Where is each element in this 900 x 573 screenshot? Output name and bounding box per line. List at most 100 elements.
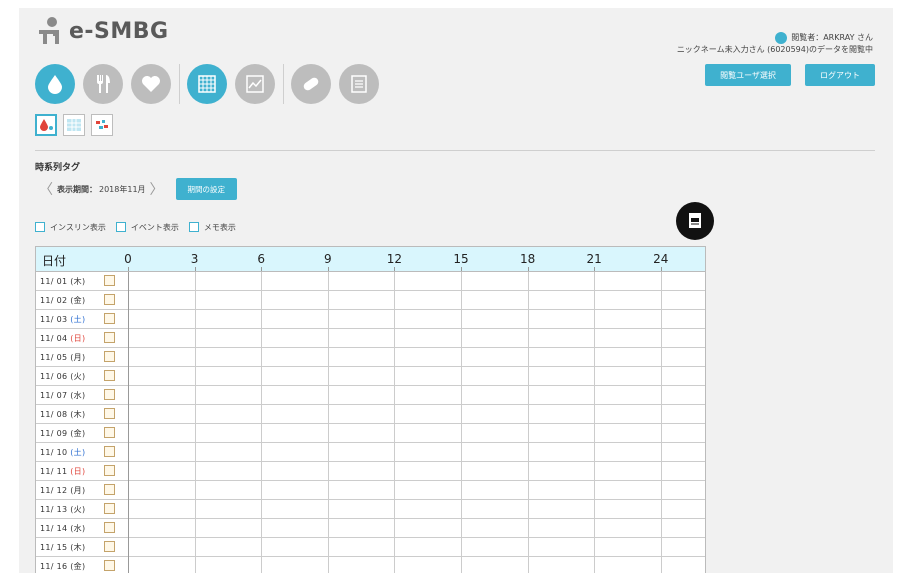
day-detail-icon[interactable] <box>104 560 115 571</box>
hour-gridline <box>660 367 662 386</box>
hour-gridline <box>261 443 263 462</box>
day-detail-icon[interactable] <box>104 370 115 381</box>
row-weekday: (火) <box>70 372 86 381</box>
hour-gridline <box>461 291 462 310</box>
hour-gridline <box>194 272 196 291</box>
hour-gridline <box>394 500 396 519</box>
row-weekday: (土) <box>70 448 86 457</box>
hour-gridline <box>660 462 662 481</box>
hour-tick <box>394 267 396 271</box>
app-logo[interactable]: e-SMBG <box>35 14 169 48</box>
memo-toggle[interactable]: メモ表示 <box>188 222 236 233</box>
subview-grid[interactable] <box>63 114 85 136</box>
app-title: e-SMBG <box>69 18 169 44</box>
row-date-value: 11/ 08 <box>40 410 71 419</box>
hour-gridline <box>327 367 329 386</box>
hour-gridline <box>128 348 129 367</box>
hour-gridline <box>461 481 462 500</box>
day-detail-icon[interactable] <box>104 332 115 343</box>
row-weekday: (水) <box>70 524 86 533</box>
hour-gridline <box>394 386 396 405</box>
viewer-label: 閲覧者：ARKRAY さん <box>791 33 873 42</box>
nav-table[interactable] <box>187 64 227 104</box>
app-panel: e-SMBG 閲覧者：ARKRAY さん ニックネーム未入力さん (602059… <box>19 8 893 573</box>
row-date-value: 11/ 02 <box>40 296 71 305</box>
insulin-checkbox[interactable] <box>35 222 45 232</box>
hour-gridline <box>128 443 129 462</box>
nav-notes[interactable] <box>339 64 379 104</box>
next-period-icon[interactable]: 〉 <box>150 179 164 199</box>
header-divider <box>35 150 875 151</box>
hour-gridline <box>660 481 662 500</box>
row-date: 11/ 05 (月) <box>40 352 85 363</box>
logout-button[interactable]: ログアウト <box>805 64 875 86</box>
pdf-export-button[interactable] <box>676 202 714 240</box>
hour-gridline <box>394 348 396 367</box>
memo-checkbox[interactable] <box>188 222 199 232</box>
nav-graph[interactable] <box>235 64 275 104</box>
prev-period-icon[interactable]: 〈 <box>39 179 53 199</box>
hour-gridline <box>461 538 462 557</box>
day-detail-icon[interactable] <box>104 541 115 552</box>
nav-meal[interactable] <box>83 64 123 104</box>
hour-gridline <box>394 519 396 538</box>
hour-gridline <box>327 519 329 538</box>
row-date-value: 11/ 07 <box>40 391 71 400</box>
hour-gridline <box>660 519 662 538</box>
hour-gridline <box>461 405 462 424</box>
hour-gridline <box>128 386 129 405</box>
event-checkbox[interactable] <box>115 222 126 232</box>
period-settings-button[interactable]: 期間の設定 <box>175 178 238 200</box>
day-detail-icon[interactable] <box>104 484 115 495</box>
day-detail-icon[interactable] <box>104 275 115 286</box>
table-row: 11/ 08 (木) <box>36 405 705 424</box>
day-detail-icon[interactable] <box>104 294 115 305</box>
hour-gridline <box>594 519 596 538</box>
day-detail-icon[interactable] <box>104 446 115 457</box>
table-row: 11/ 14 (水) <box>36 519 705 538</box>
row-date-value: 11/ 09 <box>40 429 71 438</box>
event-label: イベント表示 <box>130 222 179 232</box>
hour-gridline <box>327 481 329 500</box>
insulin-toggle[interactable]: インスリン表示 <box>35 222 106 233</box>
hour-label: 15 <box>453 252 469 266</box>
hour-gridline <box>527 500 529 519</box>
hour-label: 3 <box>190 252 199 266</box>
nav-blood-glucose[interactable] <box>35 64 75 104</box>
select-user-button[interactable]: 閲覧ユーザ選択 <box>705 64 791 86</box>
nav-medication[interactable] <box>291 64 331 104</box>
row-weekday: (木) <box>70 410 86 419</box>
event-toggle[interactable]: イベント表示 <box>115 222 179 233</box>
table-row: 11/ 16 (金) <box>36 557 705 573</box>
hour-gridline <box>461 310 462 329</box>
hour-gridline <box>261 367 263 386</box>
day-detail-icon[interactable] <box>104 389 115 400</box>
table-row: 11/ 11 (日) <box>36 462 705 481</box>
table-row: 11/ 09 (金) <box>36 424 705 443</box>
hour-gridline <box>394 329 396 348</box>
day-detail-icon[interactable] <box>104 408 115 419</box>
row-date: 11/ 06 (火) <box>40 371 85 382</box>
hour-tick <box>660 267 662 271</box>
hour-gridline <box>128 519 129 538</box>
hour-label: 9 <box>323 252 332 266</box>
day-detail-icon[interactable] <box>104 427 115 438</box>
day-detail-icon[interactable] <box>104 465 115 476</box>
day-detail-icon[interactable] <box>104 313 115 324</box>
row-date: 11/ 09 (金) <box>40 428 85 439</box>
row-weekday: (水) <box>70 391 86 400</box>
row-weekday: (月) <box>70 353 86 362</box>
day-detail-icon[interactable] <box>104 351 115 362</box>
logo-mark-icon <box>39 17 59 44</box>
subview-scatter[interactable] <box>91 114 113 136</box>
nav-health[interactable] <box>131 64 171 104</box>
hour-gridline <box>660 405 662 424</box>
document-list-icon <box>351 75 367 93</box>
period-label: 表示期間： <box>57 184 97 194</box>
hour-gridline <box>660 272 662 291</box>
day-detail-icon[interactable] <box>104 503 115 514</box>
table-row: 11/ 15 (木) <box>36 538 705 557</box>
fork-knife-icon <box>97 75 110 93</box>
day-detail-icon[interactable] <box>104 522 115 533</box>
subview-timeline[interactable] <box>35 114 57 136</box>
